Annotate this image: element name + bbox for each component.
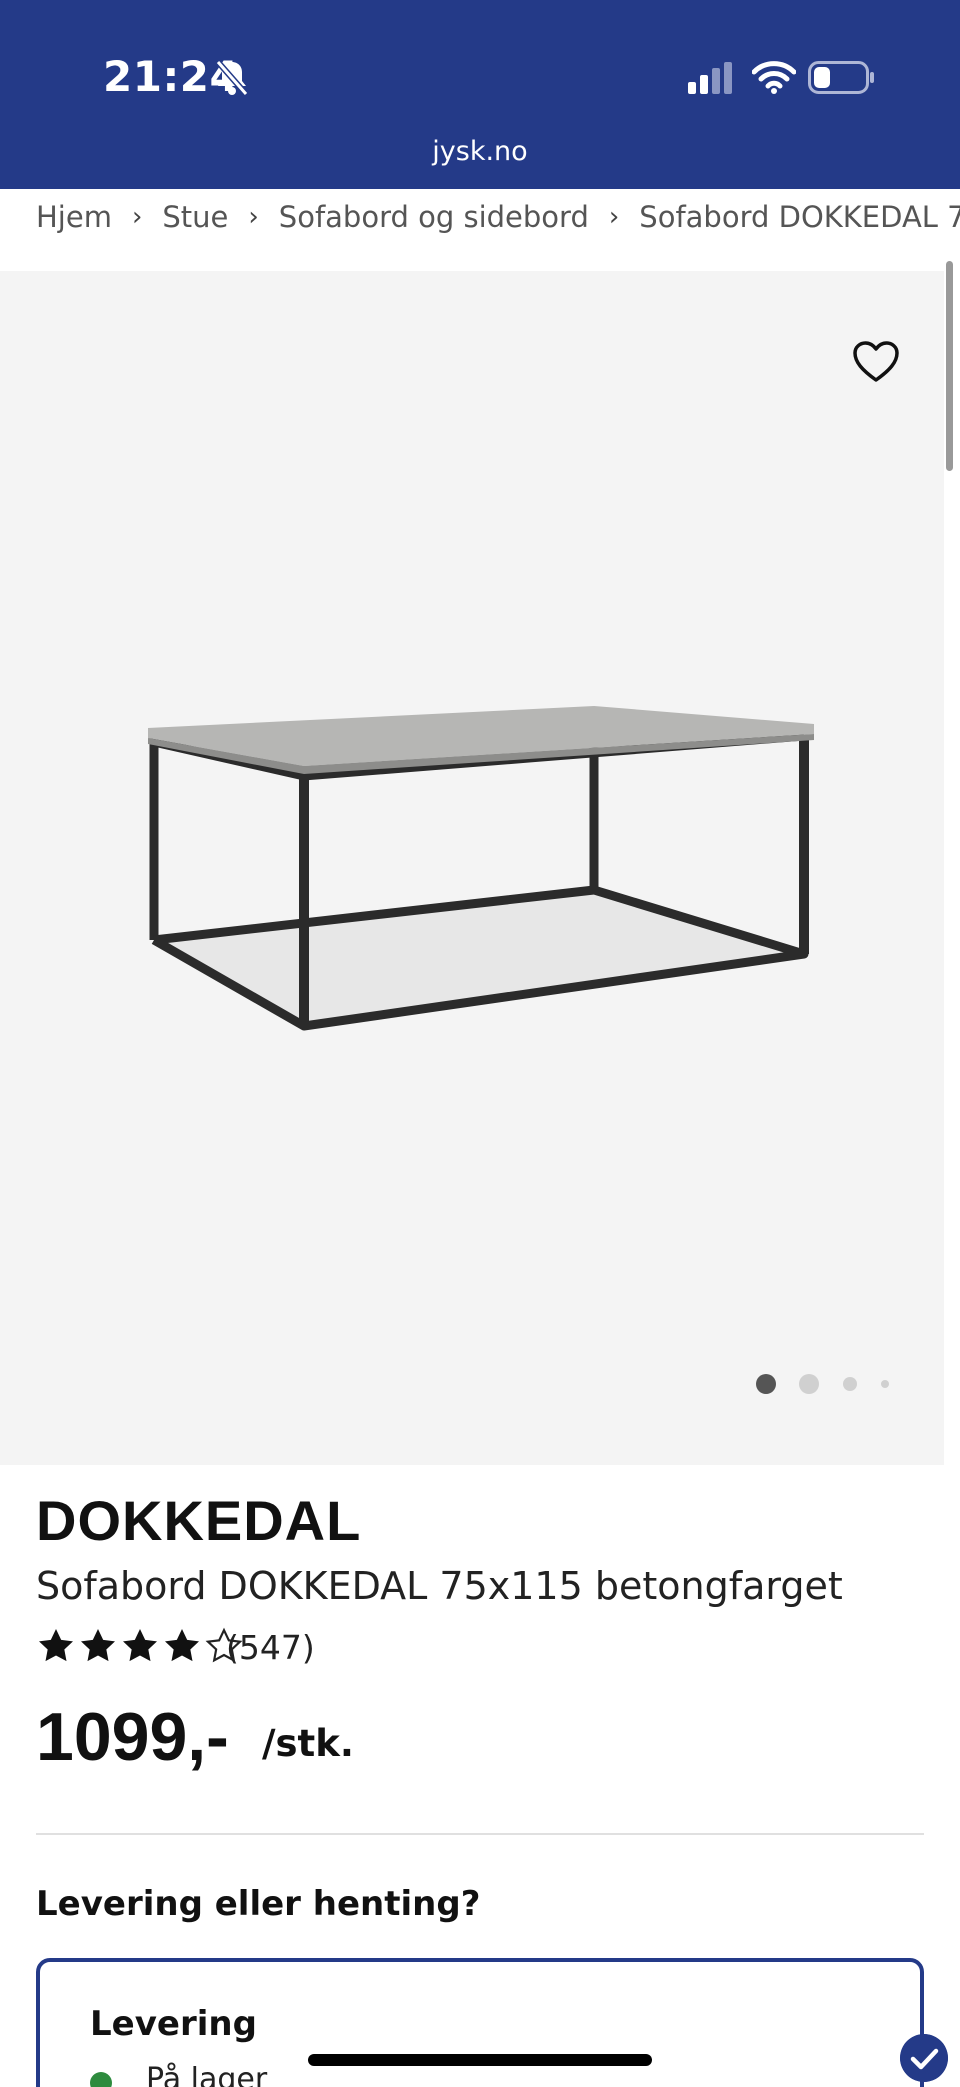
breadcrumb-item-home[interactable]: Hjem xyxy=(36,189,112,245)
delivery-option-card[interactable]: Levering På lager xyxy=(36,1958,924,2087)
bell-off-icon xyxy=(215,60,249,96)
cellular-signal-icon xyxy=(688,62,732,94)
breadcrumb-item-current: Sofabord DOKKEDAL 75x115 betongfarget xyxy=(639,200,960,234)
home-indicator[interactable] xyxy=(308,2054,652,2066)
carousel-dot[interactable] xyxy=(843,1377,857,1391)
stock-status: På lager xyxy=(146,2062,268,2087)
product-title: Sofabord DOKKEDAL 75x115 betongfarget xyxy=(36,1564,843,1608)
breadcrumb-item-category[interactable]: Sofabord og sidebord xyxy=(279,189,589,245)
product-price: 1099,- xyxy=(36,1699,229,1775)
carousel-dot-active[interactable] xyxy=(756,1374,776,1394)
chevron-right-icon: › xyxy=(608,202,620,232)
star-filled-icon xyxy=(123,1629,157,1662)
product-image-coffee-table[interactable] xyxy=(144,700,820,1032)
heart-outline-icon[interactable] xyxy=(852,340,900,384)
review-count[interactable]: (547) xyxy=(226,1628,315,1667)
in-stock-indicator-icon xyxy=(90,2072,112,2087)
price-unit: /stk. xyxy=(262,1722,354,1765)
status-bar: 21:24 jysk.no xyxy=(0,0,960,189)
chevron-right-icon: › xyxy=(131,202,143,232)
address-bar-url[interactable]: jysk.no xyxy=(0,136,960,167)
delivery-heading: Levering eller henting? xyxy=(36,1884,481,1924)
carousel-dot[interactable] xyxy=(799,1374,819,1394)
chevron-right-icon: › xyxy=(248,202,259,232)
page-scrollbar[interactable] xyxy=(946,261,953,471)
battery-icon xyxy=(808,61,874,94)
star-filled-icon xyxy=(165,1629,199,1662)
product-brand: DOKKEDAL xyxy=(36,1489,362,1552)
wifi-icon xyxy=(752,61,796,94)
delivery-option-title: Levering xyxy=(90,2004,257,2044)
checkmark-selected-icon xyxy=(900,2034,948,2082)
section-divider xyxy=(36,1833,924,1835)
star-rating[interactable] xyxy=(36,1626,244,1672)
carousel-dot[interactable] xyxy=(881,1380,889,1388)
breadcrumb: Hjem › Stue › Sofabord og sidebord › Sofabord … xyxy=(36,189,960,271)
star-filled-icon xyxy=(81,1629,115,1662)
star-filled-icon xyxy=(39,1629,73,1662)
breadcrumb-item-living-room[interactable]: Stue xyxy=(162,189,228,245)
